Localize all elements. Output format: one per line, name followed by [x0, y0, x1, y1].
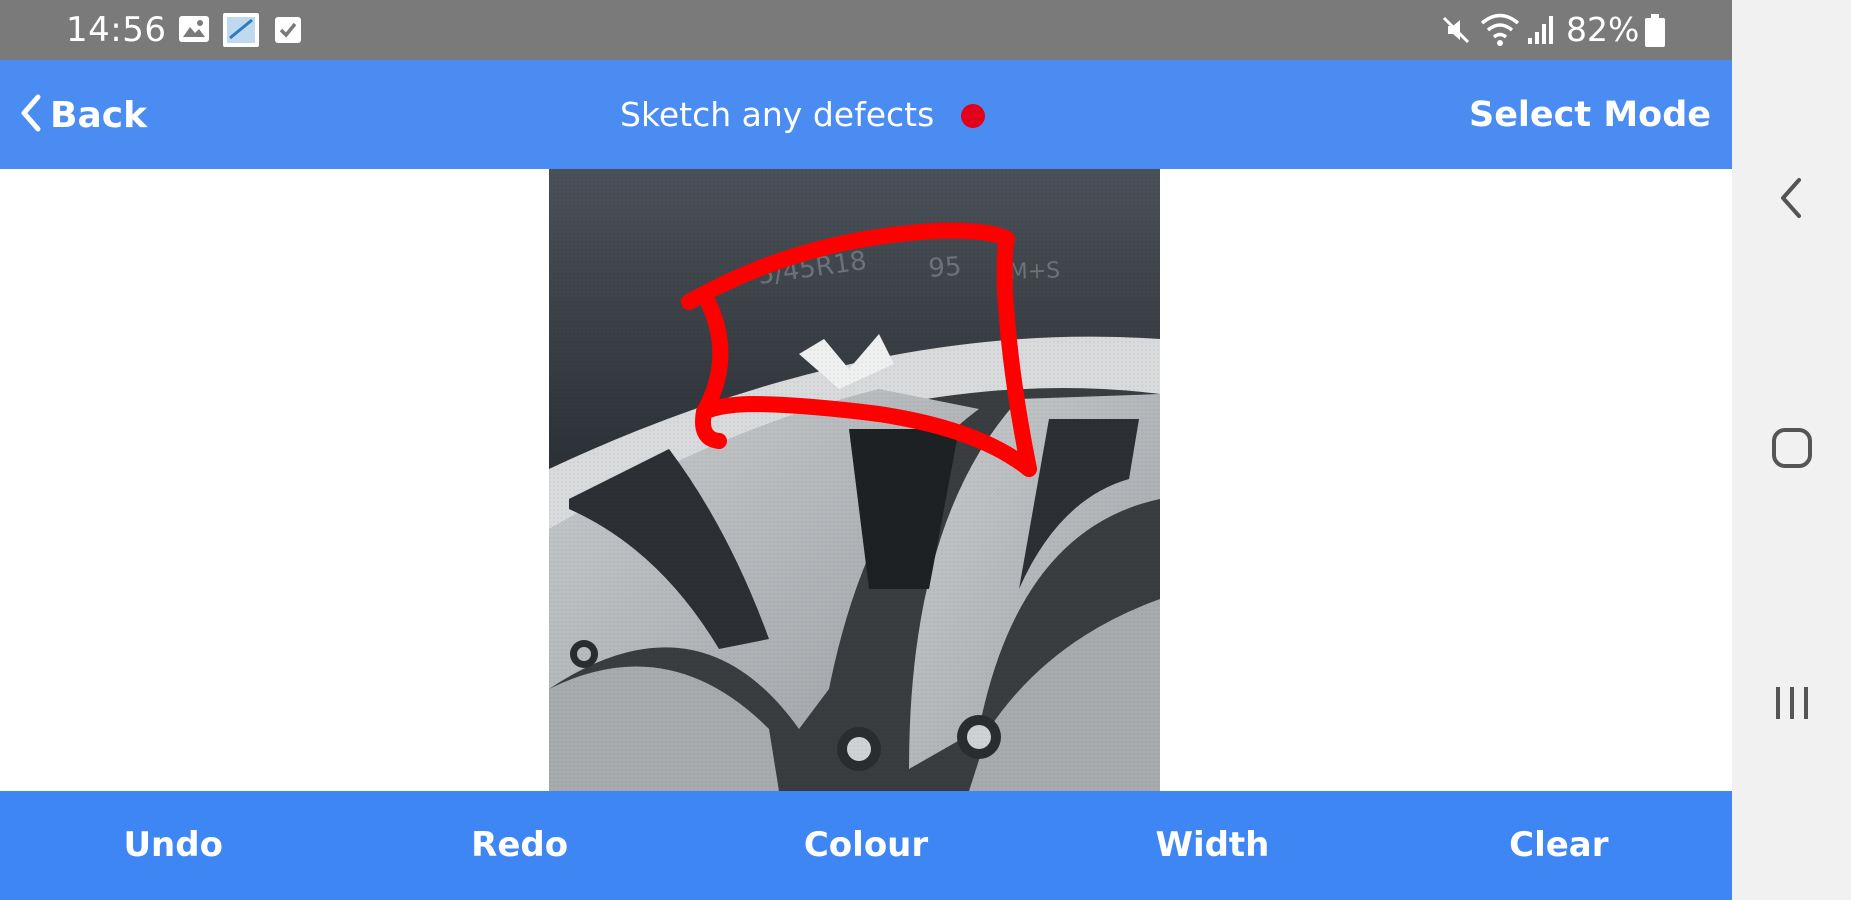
- width-button[interactable]: Width: [1039, 791, 1385, 900]
- chevron-left-icon: [18, 93, 44, 137]
- back-icon: [1777, 176, 1807, 224]
- checkbox-icon: [274, 16, 302, 48]
- gallery-icon: [178, 15, 210, 47]
- sketch-canvas[interactable]: 5/45R18 95 M+S: [0, 169, 1732, 791]
- mute-icon: [1440, 14, 1472, 50]
- sketch-toolbar: Undo Redo Colour Width Clear: [0, 791, 1732, 900]
- undo-button[interactable]: Undo: [0, 791, 346, 900]
- signal-icon: [1526, 14, 1556, 50]
- back-label: Back: [50, 94, 148, 136]
- redo-button[interactable]: Redo: [346, 791, 692, 900]
- status-bar: 14:56 82%: [0, 0, 1732, 60]
- battery-icon: [1644, 14, 1666, 52]
- status-time: 14:56: [66, 10, 167, 50]
- system-back-button[interactable]: [1732, 150, 1851, 250]
- back-button[interactable]: Back: [18, 88, 147, 142]
- battery-percentage: 82%: [1566, 10, 1640, 49]
- image-edit-icon: [222, 12, 260, 52]
- system-home-button[interactable]: [1732, 400, 1851, 500]
- app-screen: 14:56 82% Back Sketch any defects Select…: [0, 0, 1732, 900]
- system-recents-button[interactable]: [1732, 655, 1851, 755]
- tyre-wheel-photo[interactable]: 5/45R18 95 M+S: [549, 169, 1160, 791]
- app-header: Back Sketch any defects Select Mode: [0, 60, 1732, 169]
- page-title: Sketch any defects: [620, 95, 935, 134]
- wifi-icon: [1480, 12, 1520, 50]
- clear-button[interactable]: Clear: [1386, 791, 1732, 900]
- system-nav-bar: [1732, 0, 1851, 900]
- recents-icon: [1772, 683, 1812, 727]
- home-icon: [1770, 426, 1814, 474]
- recording-indicator: [961, 104, 985, 128]
- colour-button[interactable]: Colour: [693, 791, 1039, 900]
- select-mode-button[interactable]: Select Mode: [1469, 93, 1711, 137]
